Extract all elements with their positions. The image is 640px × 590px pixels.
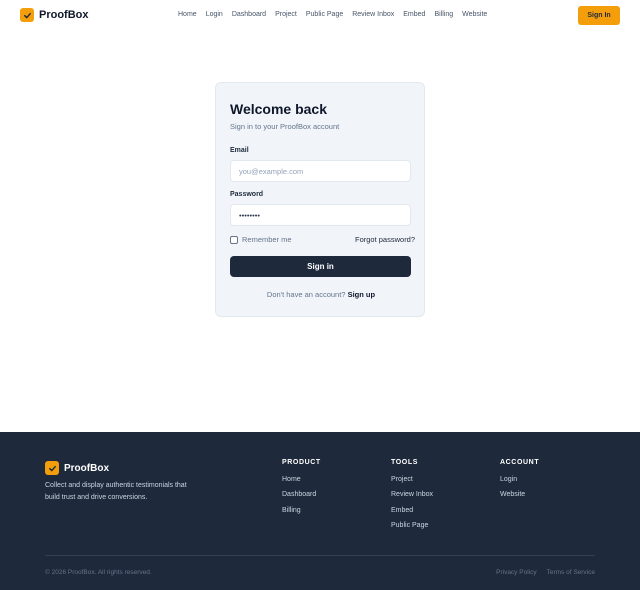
login-card: Welcome back Sign in to your ProofBox ac… (215, 82, 425, 317)
footer-column-product: PRODUCT Home Dashboard Billing (282, 459, 321, 522)
footer: ProofBox Collect and display authentic t… (0, 432, 640, 590)
terms-of-service-link[interactable]: Terms of Service (547, 569, 595, 576)
footer-link-website[interactable]: Website (500, 491, 525, 498)
footer-brand[interactable]: ProofBox (45, 461, 109, 475)
nav-project[interactable]: Project (275, 11, 297, 18)
password-label: Password (230, 191, 264, 198)
footer-column-title: ACCOUNT (500, 459, 540, 466)
nav-login[interactable]: Login (206, 11, 223, 18)
footer-link-review-inbox[interactable]: Review Inbox (391, 491, 433, 498)
nav-public-page[interactable]: Public Page (306, 11, 343, 18)
password-input[interactable] (230, 204, 411, 226)
nav-website[interactable]: Website (462, 11, 487, 18)
footer-link-dashboard[interactable]: Dashboard (282, 491, 316, 498)
remember-checkbox[interactable] (230, 235, 238, 244)
card-title: Welcome back (230, 101, 328, 117)
copyright: © 2026 ProofBox. All rights reserved. (45, 569, 152, 576)
nav-review-inbox[interactable]: Review Inbox (352, 11, 394, 18)
privacy-policy-link[interactable]: Privacy Policy (496, 569, 536, 576)
footer-column-title: TOOLS (391, 459, 418, 466)
footer-link-home[interactable]: Home (282, 476, 301, 483)
footer-divider (45, 555, 595, 556)
email-input[interactable] (230, 160, 411, 182)
card-subtitle: Sign in to your ProofBox account (230, 122, 340, 131)
brand-name: ProofBox (39, 9, 89, 21)
footer-column-account: ACCOUNT Login Website (500, 459, 539, 507)
footer-column-title: PRODUCT (282, 459, 321, 466)
footer-description: Collect and display authentic testimonia… (45, 482, 187, 501)
top-navbar: ProofBox Home Login Dashboard Project Pu… (0, 0, 640, 32)
footer-link-billing[interactable]: Billing (282, 507, 301, 514)
footer-brand-name: ProofBox (64, 462, 109, 474)
check-icon (20, 8, 34, 22)
remember-me[interactable]: Remember me (230, 235, 292, 244)
remember-label: Remember me (242, 235, 292, 244)
brand[interactable]: ProofBox (20, 8, 89, 22)
signup-row: Don't have an account? Sign up (216, 290, 426, 299)
sign-up-link[interactable]: Sign up (348, 290, 376, 299)
check-icon (45, 461, 59, 475)
footer-link-project[interactable]: Project (391, 476, 413, 483)
nav-embed[interactable]: Embed (403, 11, 425, 18)
forgot-password-link[interactable]: Forgot password? (355, 235, 415, 244)
footer-link-login[interactable]: Login (500, 476, 517, 483)
nav-home[interactable]: Home (178, 11, 197, 18)
footer-link-embed[interactable]: Embed (391, 507, 413, 514)
header-sign-in-button[interactable]: Sign In (578, 6, 620, 25)
email-label: Email (230, 147, 249, 154)
legal-links: Privacy Policy Terms of Service (496, 569, 595, 576)
main-nav: Home Login Dashboard Project Public Page… (178, 11, 487, 18)
sign-in-button[interactable]: Sign in (230, 256, 411, 277)
footer-column-tools: TOOLS Project Review Inbox Embed Public … (391, 459, 433, 537)
nav-billing[interactable]: Billing (434, 11, 453, 18)
signup-prompt: Don't have an account? (266, 290, 346, 299)
footer-link-public-page[interactable]: Public Page (391, 522, 428, 529)
nav-dashboard[interactable]: Dashboard (232, 11, 266, 18)
